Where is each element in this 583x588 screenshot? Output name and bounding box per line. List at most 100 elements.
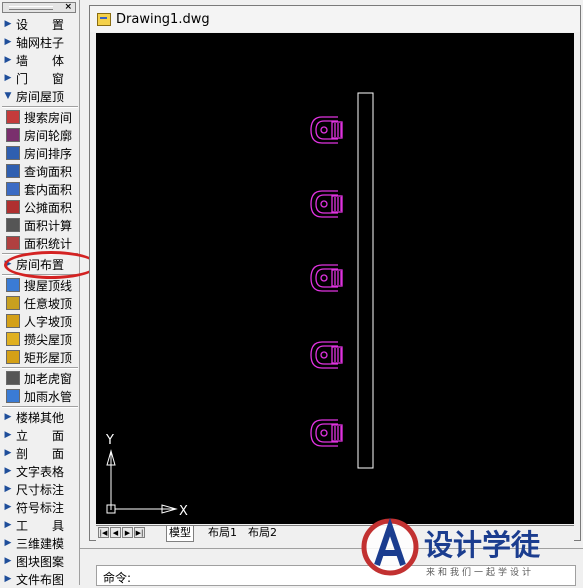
x-axis-label: X bbox=[179, 504, 188, 519]
palette-item-label: 墙体 bbox=[16, 53, 64, 68]
palette-item[interactable]: ▶ 文件布图 bbox=[0, 570, 79, 588]
palette-item[interactable]: ▶ 尺寸标注 bbox=[0, 480, 79, 498]
urinal-fixture[interactable] bbox=[310, 190, 343, 218]
palette-item-label: 房间屋顶 bbox=[16, 89, 65, 104]
palette-item-label: 加雨水管 bbox=[24, 389, 73, 404]
command-icon bbox=[6, 350, 20, 364]
command-prompt: 命令: bbox=[103, 571, 132, 585]
urinal-fixture[interactable] bbox=[310, 116, 343, 144]
palette-item[interactable]: 人字坡顶 bbox=[0, 312, 79, 330]
palette-item[interactable]: ▶ 工具 bbox=[0, 516, 79, 534]
palette-item-label: 轴网柱子 bbox=[16, 35, 65, 50]
expand-right-icon: ▶ bbox=[4, 466, 12, 476]
command-icon bbox=[6, 314, 20, 328]
palette-item-label: 三维建模 bbox=[16, 536, 65, 551]
palette-item-label: 设置 bbox=[16, 17, 64, 32]
expand-right-icon: ▶ bbox=[4, 259, 12, 269]
drawing-canvas[interactable]: Y X bbox=[96, 33, 574, 524]
palette-item[interactable]: 面积统计 bbox=[0, 234, 79, 252]
palette-item-label: 楼梯其他 bbox=[16, 410, 65, 425]
palette-item[interactable]: 矩形屋顶 bbox=[0, 348, 79, 366]
close-icon[interactable]: × bbox=[64, 3, 72, 12]
palette-item[interactable]: ▶ 立面 bbox=[0, 426, 79, 444]
palette-item-label: 面积统计 bbox=[24, 236, 73, 251]
palette-item[interactable]: 任意坡顶 bbox=[0, 294, 79, 312]
palette-item[interactable]: ▶ 房间布置 bbox=[0, 255, 79, 273]
command-icon bbox=[6, 332, 20, 346]
palette-item[interactable]: 面积计算 bbox=[0, 216, 79, 234]
palette-item-label: 文字表格 bbox=[16, 464, 65, 479]
command-icon bbox=[6, 110, 20, 124]
first-tab-icon[interactable]: |◀ bbox=[98, 527, 109, 538]
tab-layout1[interactable]: 布局1 bbox=[206, 526, 239, 541]
command-icon bbox=[6, 128, 20, 142]
palette-item[interactable]: 套内面积 bbox=[0, 180, 79, 198]
palette-item-label: 套内面积 bbox=[24, 182, 73, 197]
command-icon bbox=[6, 146, 20, 160]
palette-item-label: 搜索房间 bbox=[24, 110, 73, 125]
command-icon bbox=[6, 236, 20, 250]
palette-item[interactable]: 加老虎窗 bbox=[0, 369, 79, 387]
palette-item[interactable]: ▶ 门窗 bbox=[0, 69, 79, 87]
command-icon bbox=[6, 371, 20, 385]
palette-item[interactable]: ▶ 文字表格 bbox=[0, 462, 79, 480]
palette-item[interactable]: ▶ 楼梯其他 bbox=[0, 408, 79, 426]
command-icon bbox=[6, 278, 20, 292]
command-line: 命令: bbox=[80, 548, 583, 586]
command-icon bbox=[6, 389, 20, 403]
palette-item-label: 房间排序 bbox=[24, 146, 73, 161]
palette-item[interactable]: ▶ 轴网柱子 bbox=[0, 33, 79, 51]
tool-palette: × ▶ 设置 ▶ 轴网柱子 ▶ 墙体 ▶ 门窗 ▼ 房间屋顶 搜索房间 房间轮廓 房间排序 查询面积 套内面… bbox=[0, 0, 80, 588]
tab-model[interactable]: 模型 bbox=[166, 526, 194, 542]
last-tab-icon[interactable]: ▶| bbox=[134, 527, 145, 538]
palette-grip[interactable] bbox=[9, 6, 53, 10]
palette-item[interactable]: ▶ 墙体 bbox=[0, 51, 79, 69]
palette-item-label: 立面 bbox=[16, 428, 64, 443]
palette-item[interactable]: ▼ 房间屋顶 bbox=[0, 87, 79, 105]
palette-item-label: 搜屋顶线 bbox=[24, 278, 73, 293]
palette-item-label: 尺寸标注 bbox=[16, 482, 65, 497]
urinal-fixture[interactable] bbox=[310, 341, 343, 369]
drawing-svg: Y X bbox=[105, 92, 374, 519]
palette-item-label: 符号标注 bbox=[16, 500, 65, 515]
palette-item[interactable]: ▶ 剖面 bbox=[0, 444, 79, 462]
ucs-icon bbox=[106, 449, 178, 514]
command-icon bbox=[6, 164, 20, 178]
expand-right-icon: ▶ bbox=[4, 484, 12, 494]
palette-item[interactable]: ▶ 设置 bbox=[0, 15, 79, 33]
palette-item-label: 房间轮廓 bbox=[24, 128, 73, 143]
urinal-fixture[interactable] bbox=[310, 264, 343, 292]
palette-item[interactable]: 攒尖屋顶 bbox=[0, 330, 79, 348]
expand-right-icon: ▶ bbox=[4, 574, 12, 584]
expand-down-icon: ▼ bbox=[4, 91, 12, 101]
palette-item[interactable]: 加雨水管 bbox=[0, 387, 79, 405]
expand-right-icon: ▶ bbox=[4, 556, 12, 566]
document-title-bar[interactable]: Drawing1.dwg bbox=[90, 6, 580, 32]
tab-layout2[interactable]: 布局2 bbox=[246, 526, 279, 541]
palette-item[interactable]: ▶ 符号标注 bbox=[0, 498, 79, 516]
palette-item-label: 人字坡顶 bbox=[24, 314, 73, 329]
palette-item[interactable]: 房间轮廓 bbox=[0, 126, 79, 144]
palette-item-label: 矩形屋顶 bbox=[24, 350, 73, 365]
command-input[interactable]: 命令: bbox=[96, 565, 576, 586]
palette-title-bar[interactable]: × bbox=[2, 2, 76, 13]
urinal-fixture[interactable] bbox=[310, 419, 343, 447]
next-tab-icon[interactable]: ▶ bbox=[122, 527, 133, 538]
wall-rectangle[interactable] bbox=[357, 92, 374, 469]
y-axis-label: Y bbox=[105, 433, 114, 448]
palette-item[interactable]: 搜索房间 bbox=[0, 108, 79, 126]
command-icon bbox=[6, 182, 20, 196]
palette-item[interactable]: 搜屋顶线 bbox=[0, 276, 79, 294]
expand-right-icon: ▶ bbox=[4, 538, 12, 548]
palette-item[interactable]: 公摊面积 bbox=[0, 198, 79, 216]
dwg-file-icon bbox=[97, 12, 111, 26]
palette-item-label: 攒尖屋顶 bbox=[24, 332, 73, 347]
prev-tab-icon[interactable]: ◀ bbox=[110, 527, 121, 538]
expand-right-icon: ▶ bbox=[4, 520, 12, 530]
palette-item[interactable]: 房间排序 bbox=[0, 144, 79, 162]
palette-item-label: 房间布置 bbox=[16, 257, 65, 272]
expand-right-icon: ▶ bbox=[4, 502, 12, 512]
palette-item[interactable]: 查询面积 bbox=[0, 162, 79, 180]
palette-item[interactable]: ▶ 三维建模 bbox=[0, 534, 79, 552]
palette-item[interactable]: ▶ 图块图案 bbox=[0, 552, 79, 570]
